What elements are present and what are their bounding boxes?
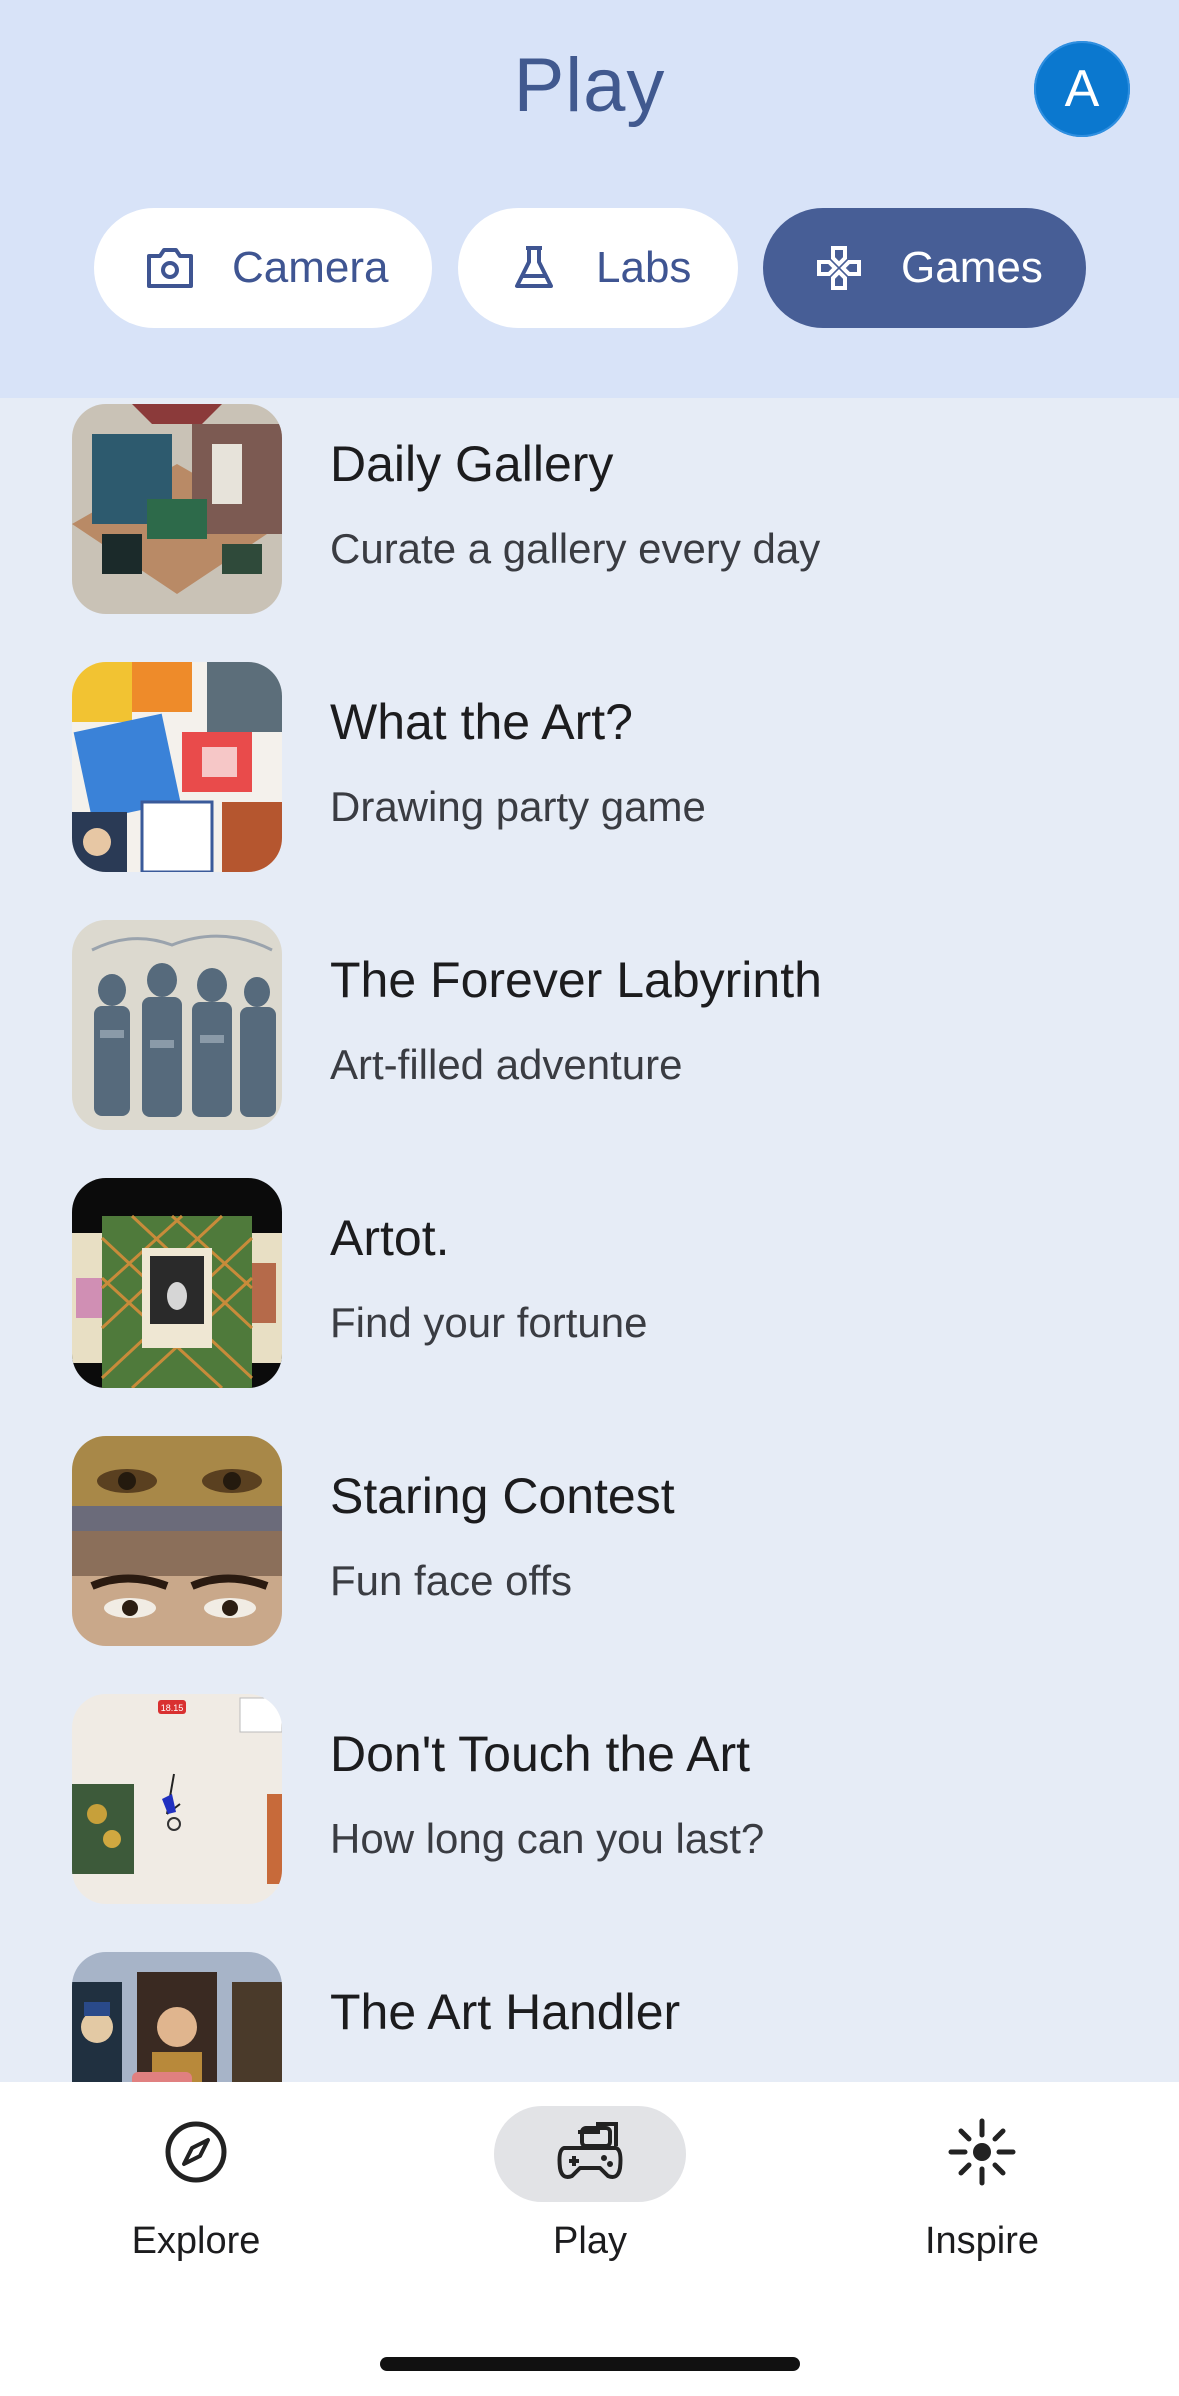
nav-inspire-label: Inspire <box>924 2220 1040 2262</box>
nav-play-label: Play <box>553 2220 627 2262</box>
list-item[interactable]: What the Art? Drawing party game <box>0 659 1179 917</box>
game-description: Art-filled adventure <box>330 1041 683 1088</box>
list-item[interactable]: The Art Handler <box>0 1949 1179 2082</box>
list-item[interactable]: Daily Gallery Curate a gallery every day <box>0 401 1179 659</box>
page-title: Play <box>513 43 666 128</box>
game-title: Don't Touch the Art <box>330 1726 750 1782</box>
nav-play[interactable]: Play <box>440 2106 740 2263</box>
flask-icon <box>508 242 560 294</box>
gamepad-icon <box>554 2120 626 2189</box>
nav-inspire-pill <box>886 2106 1078 2202</box>
nav-explore-pill <box>100 2106 292 2202</box>
games-icon <box>813 242 865 294</box>
game-description: Curate a gallery every day <box>330 525 821 572</box>
list-item[interactable]: Artot. Find your fortune <box>0 1175 1179 1433</box>
home-indicator[interactable] <box>380 2357 800 2371</box>
game-title: Daily Gallery <box>330 436 614 492</box>
tab-camera[interactable]: Camera <box>94 208 432 328</box>
tab-labs[interactable]: Labs <box>458 208 738 328</box>
game-thumbnail-dont-touch-the-art: 18.15 <box>72 1694 282 1904</box>
nav-play-pill <box>494 2106 686 2202</box>
list-item[interactable]: Staring Contest Fun face offs <box>0 1433 1179 1691</box>
game-description: Find your fortune <box>330 1299 648 1346</box>
list-item[interactable]: The Forever Labyrinth Art-filled adventu… <box>0 917 1179 1175</box>
game-title: Artot. <box>330 1210 450 1266</box>
nav-explore-label: Explore <box>131 2220 261 2262</box>
camera-icon <box>144 242 196 294</box>
tab-games[interactable]: Games <box>763 208 1086 328</box>
bottom-navigation: Explore Play Inspire <box>0 2082 1179 2396</box>
tab-games-label: Games <box>901 243 1043 292</box>
nav-inspire[interactable]: Inspire <box>832 2106 1132 2263</box>
thumbnail-timer-text: 18.15 <box>161 1703 184 1713</box>
game-title: The Forever Labyrinth <box>330 952 822 1008</box>
nav-explore[interactable]: Explore <box>46 2106 346 2263</box>
game-title: The Art Handler <box>330 1984 681 2040</box>
game-thumbnail-art-handler <box>72 1952 282 2082</box>
game-description: Drawing party game <box>330 783 706 830</box>
game-title: Staring Contest <box>330 1468 675 1524</box>
game-thumbnail-staring-contest <box>72 1436 282 1646</box>
tab-camera-label: Camera <box>232 243 389 292</box>
sparkle-icon <box>947 2117 1017 2192</box>
game-description: How long can you last? <box>330 1815 765 1862</box>
tab-labs-label: Labs <box>596 243 692 292</box>
compass-icon <box>164 2120 228 2189</box>
app-header: Play A Camera Labs Games <box>0 0 1179 398</box>
game-thumbnail-daily-gallery <box>72 404 282 614</box>
account-avatar[interactable]: A <box>1034 41 1130 137</box>
game-title: What the Art? <box>330 694 633 750</box>
game-description: Fun face offs <box>330 1557 573 1604</box>
game-thumbnail-forever-labyrinth <box>72 920 282 1130</box>
category-tabs: Camera Labs Games <box>0 208 1179 328</box>
game-thumbnail-artot <box>72 1178 282 1388</box>
list-item[interactable]: 18.15 Don't Touch the Art How long can y… <box>0 1691 1179 1949</box>
games-list: Daily Gallery Curate a gallery every day… <box>0 398 1179 2082</box>
game-thumbnail-what-the-art <box>72 662 282 872</box>
